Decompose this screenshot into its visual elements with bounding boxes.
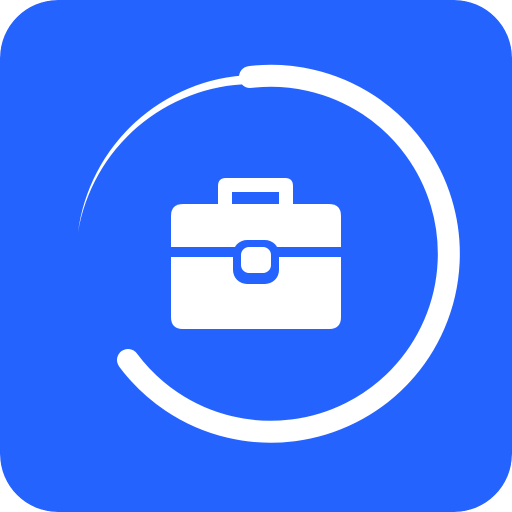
briefcase-clasp-inner — [241, 247, 271, 273]
app-icon[interactable] — [0, 0, 512, 512]
app-icon-graphic — [0, 0, 512, 512]
